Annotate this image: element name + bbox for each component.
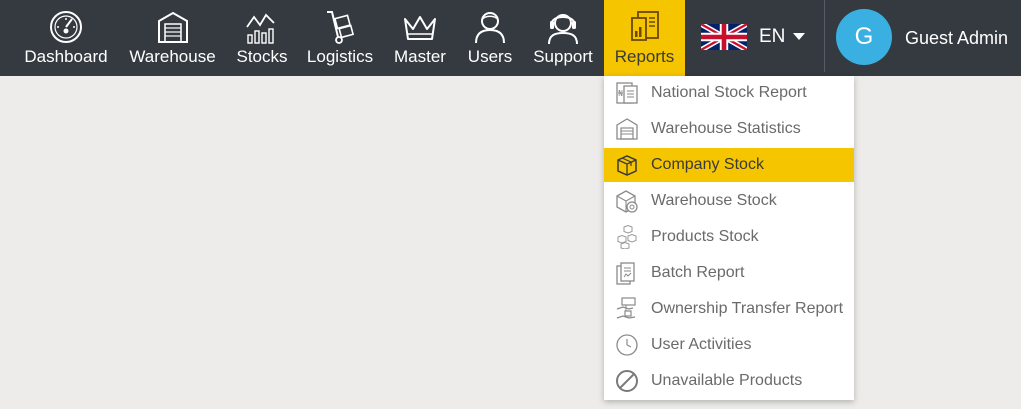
warehouse-statistics-icon [616,118,638,140]
nav-item-support[interactable]: Support [528,0,598,76]
topbar-divider [824,0,825,72]
menu-item-unavailable-products[interactable]: Unavailable Products [604,364,854,398]
nav-item-logistics[interactable]: Logistics [302,0,378,76]
transfer-hand-icon [616,297,636,319]
svg-text:₦: ₦ [618,89,623,98]
reports-dropdown-menu: ₦ National Stock Report Warehouse Statis… [604,76,854,400]
prohibited-icon [616,370,638,392]
nav-label-logistics: Logistics [306,47,374,66]
menu-item-user-activities[interactable]: User Activities [604,328,854,362]
stocks-chart-icon [246,13,275,44]
nav-label-master: Master [394,47,446,66]
menu-label-warehouse-stock: Warehouse Stock [651,192,777,209]
user-name[interactable]: Guest Admin [905,28,1008,49]
menu-label-unavailable-products: Unavailable Products [651,372,803,389]
user-icon [475,12,505,44]
avatar-initial: G [854,23,874,50]
warehouse-stock-icon [616,190,638,213]
menu-label-user-activities: User Activities [651,336,752,353]
nav-label-warehouse: Warehouse [129,47,216,66]
menu-item-warehouse-statistics[interactable]: Warehouse Statistics [604,112,854,146]
language-code: EN [759,26,786,47]
chevron-down-icon [793,33,805,40]
menu-item-batch-report[interactable]: Batch Report [604,256,854,290]
nav-item-reports[interactable]: Reports [604,0,685,76]
crown-icon [404,16,436,40]
menu-item-company-stock[interactable]: Company Stock [604,148,854,182]
menu-label-ownership-transfer-report: Ownership Transfer Report [651,300,844,317]
menu-label-national-stock-report: National Stock Report [651,84,807,101]
dashboard-gauge-icon [50,11,82,43]
language-selector[interactable]: EN [686,0,824,76]
menu-label-warehouse-statistics: Warehouse Statistics [651,120,801,137]
menu-label-products-stock: Products Stock [651,228,759,245]
box-icon [617,155,637,176]
nav-label-users: Users [467,47,513,66]
menu-label-batch-report: Batch Report [651,264,745,281]
menu-item-ownership-transfer-report[interactable]: Ownership Transfer Report [604,292,854,326]
logistics-handtruck-icon [327,11,355,44]
nav-item-master[interactable]: Master [388,0,452,76]
boxes-icon [617,225,637,249]
top-navigation-bar: Dashboard Warehouse Stocks Logistics Mas… [0,0,1021,76]
avatar[interactable]: G [836,9,892,65]
nav-label-dashboard: Dashboard [24,47,108,66]
nav-item-stocks[interactable]: Stocks [230,0,294,76]
menu-item-products-stock[interactable]: Products Stock [604,220,854,254]
clock-icon [616,334,638,356]
nav-label-support: Support [533,47,593,66]
warehouse-icon [157,11,188,43]
reports-icon [630,11,659,41]
national-report-icon: ₦ [616,82,638,104]
menu-label-company-stock: Company Stock [651,156,764,173]
headset-icon [548,14,578,45]
nav-label-reports: Reports [614,47,675,66]
nav-item-dashboard[interactable]: Dashboard [16,0,116,76]
uk-flag-icon [701,24,747,50]
nav-item-warehouse[interactable]: Warehouse [124,0,221,76]
nav-label-stocks: Stocks [236,47,288,66]
documents-icon [616,262,635,285]
menu-item-warehouse-stock[interactable]: Warehouse Stock [604,184,854,218]
menu-item-national-stock-report[interactable]: ₦ National Stock Report [604,76,854,110]
nav-item-users[interactable]: Users [462,0,518,76]
